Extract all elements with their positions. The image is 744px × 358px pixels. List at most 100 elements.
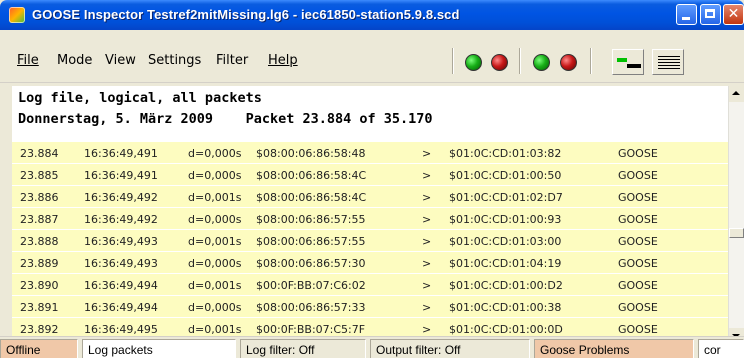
status-output-filter-text: Output filter: Off [376, 343, 461, 357]
packet-number: 23.889 [20, 257, 59, 270]
packet-source: $08:00:06:86:57:55 [256, 235, 366, 248]
packet-destination: $01:0C:CD:01:02:D7 [449, 191, 563, 204]
toolbar-separator [519, 48, 521, 74]
packet-type: GOOSE [618, 257, 658, 270]
packet-delta: d=0,000s [188, 301, 242, 314]
packet-number: 23.887 [20, 213, 59, 226]
status-extra-text: cor [704, 343, 721, 357]
packet-number: 23.885 [20, 169, 59, 182]
goose-inspector-window: GOOSE Inspector Testref2mitMissing.lg6 -… [0, 0, 744, 358]
packet-arrow: > [422, 279, 432, 292]
packet-number: 23.890 [20, 279, 59, 292]
packet-type: GOOSE [618, 147, 658, 160]
log-header-title: Log file, logical, all packets [18, 90, 262, 106]
toolbar-separator [452, 48, 454, 74]
minimize-button[interactable] [676, 4, 697, 25]
packet-destination: $01:0C:CD:01:04:19 [449, 257, 562, 270]
packet-time: 16:36:49,491 [84, 169, 158, 182]
title-bar[interactable]: GOOSE Inspector Testref2mitMissing.lg6 -… [0, 0, 744, 30]
vertical-scrollbar[interactable] [728, 86, 744, 344]
scrollbar-thumb[interactable] [729, 228, 744, 238]
packet-number: 23.884 [20, 147, 59, 160]
packet-type: GOOSE [618, 235, 658, 248]
packet-delta: d=0,000s [188, 257, 242, 270]
packet-number: 23.892 [20, 323, 59, 336]
log-view[interactable]: Log file, logical, all packets Donnersta… [12, 86, 728, 344]
list-line [658, 59, 680, 60]
red-led-icon[interactable] [560, 54, 577, 71]
packet-number: 23.886 [20, 191, 59, 204]
list-view-icon [658, 56, 680, 57]
packet-source: $08:00:06:86:58:48 [256, 147, 366, 160]
packet-destination: $01:0C:CD:01:00:50 [449, 169, 562, 182]
status-log-filter: Log filter: Off [240, 339, 366, 358]
status-connection-text: Offline [6, 343, 41, 357]
packet-time: 16:36:49,492 [84, 213, 158, 226]
log-row[interactable]: 23.884 16:36:49,491 d=0,000s $08:00:06:86:5… [12, 142, 728, 163]
log-row[interactable]: 23.885 16:36:49,491 d=0,000s $08:00:06:86:5… [12, 164, 728, 185]
packet-number: 23.888 [20, 235, 59, 248]
timeline-view-button[interactable] [612, 49, 644, 75]
red-led-icon[interactable] [491, 54, 508, 71]
menu-settings[interactable]: Settings [148, 53, 201, 68]
status-goose-problems[interactable]: Goose Problems [534, 339, 694, 358]
packet-arrow: > [422, 191, 432, 204]
packet-arrow: > [422, 235, 432, 248]
app-icon[interactable] [9, 7, 25, 23]
packet-source: $08:00:06:86:58:4C [256, 169, 367, 182]
log-row[interactable]: 23.891 16:36:49,494 d=0,000s $08:00:06:86:5… [12, 296, 728, 317]
timeline-view-icon [617, 58, 627, 62]
list-line [658, 65, 680, 66]
close-button[interactable]: ✕ [723, 4, 744, 25]
packet-delta: d=0,001s [188, 279, 242, 292]
maximize-button[interactable] [700, 4, 721, 25]
packet-source: $08:00:06:86:57:55 [256, 213, 366, 226]
list-line [658, 62, 680, 63]
menu-help[interactable]: Help [268, 53, 298, 68]
log-table: 23.884 16:36:49,491 d=0,000s $08:00:06:86:5… [12, 142, 728, 340]
packet-destination: $01:0C:CD:01:00:0D [449, 323, 563, 336]
menu-file[interactable]: File [17, 53, 39, 68]
log-row[interactable]: 23.889 16:36:49,493 d=0,000s $08:00:06:86:5… [12, 252, 728, 273]
status-goose-problems-text: Goose Problems [540, 343, 630, 357]
list-line [658, 68, 680, 69]
green-led-icon[interactable] [533, 54, 550, 71]
packet-destination: $01:0C:CD:01:00:38 [449, 301, 562, 314]
packet-arrow: > [422, 301, 432, 314]
packet-time: 16:36:49,493 [84, 235, 158, 248]
packet-source: $08:00:06:86:57:33 [256, 301, 366, 314]
menu-view[interactable]: View [105, 53, 136, 68]
packet-type: GOOSE [618, 301, 658, 314]
packet-arrow: > [422, 257, 432, 270]
log-row[interactable]: 23.890 16:36:49,494 d=0,001s $00:0F:BB:07:C… [12, 274, 728, 295]
log-row[interactable]: 23.887 16:36:49,492 d=0,000s $08:00:06:86:5… [12, 208, 728, 229]
timeline-bar [627, 64, 641, 68]
maximize-icon [705, 9, 715, 18]
packet-number: 23.891 [20, 301, 59, 314]
status-connection: Offline [0, 339, 78, 358]
menu-bar: File Mode View Settings Filter Help [0, 40, 744, 83]
packet-delta: d=0,000s [188, 169, 242, 182]
packet-type: GOOSE [618, 169, 658, 182]
packet-delta: d=0,001s [188, 323, 242, 336]
close-icon: ✕ [727, 6, 740, 22]
packet-arrow: > [422, 323, 432, 336]
menu-filter[interactable]: Filter [216, 53, 248, 68]
packet-type: GOOSE [618, 213, 658, 226]
status-output-filter: Output filter: Off [370, 339, 530, 358]
toolbar-separator [590, 48, 592, 74]
packet-delta: d=0,001s [188, 191, 242, 204]
packet-source: $00:0F:BB:07:C6:02 [256, 279, 366, 292]
status-log-filter-text: Log filter: Off [246, 343, 315, 357]
packet-time: 16:36:49,495 [84, 323, 158, 336]
packet-time: 16:36:49,492 [84, 191, 158, 204]
menu-mode[interactable]: Mode [57, 53, 92, 68]
log-row[interactable]: 23.888 16:36:49,493 d=0,001s $08:00:06:86:5… [12, 230, 728, 251]
green-led-icon[interactable] [465, 54, 482, 71]
packet-destination: $01:0C:CD:01:00:D2 [449, 279, 563, 292]
scroll-up-button[interactable] [729, 86, 744, 102]
log-row[interactable]: 23.886 16:36:49,492 d=0,001s $08:00:06:86:5… [12, 186, 728, 207]
packet-type: GOOSE [618, 323, 658, 336]
status-extra: cor [698, 339, 744, 358]
list-view-button[interactable] [652, 49, 684, 75]
